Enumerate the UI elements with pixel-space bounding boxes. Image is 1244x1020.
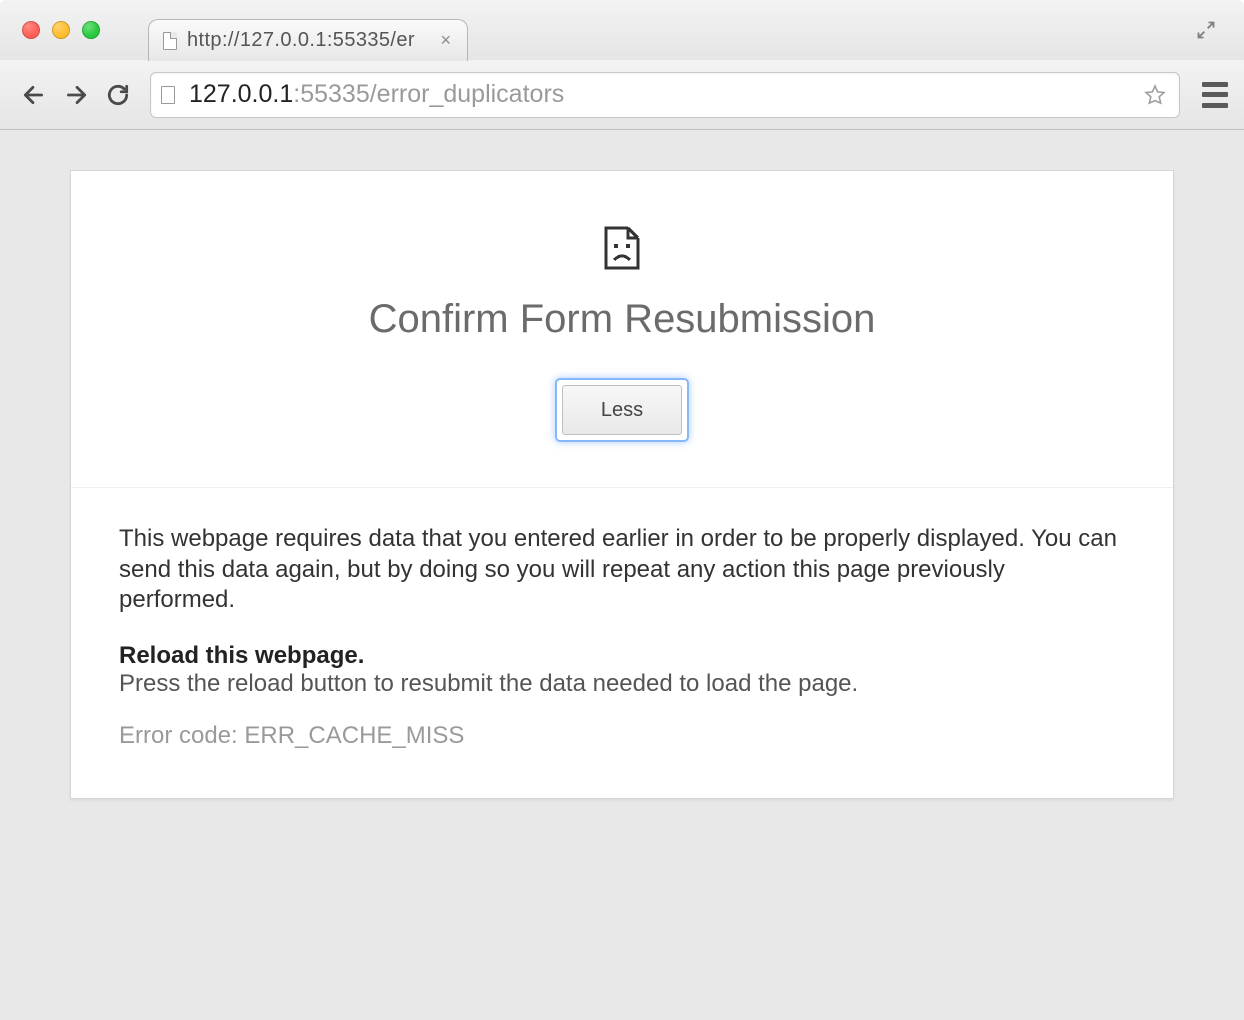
file-icon (161, 86, 175, 104)
tabstrip: http://127.0.0.1:55335/er × (148, 0, 468, 60)
reload-button[interactable] (100, 77, 136, 113)
forward-button[interactable] (58, 77, 94, 113)
explanation-text: This webpage requires data that you ente… (119, 524, 1125, 616)
titlebar: http://127.0.0.1:55335/er × (0, 0, 1244, 60)
url-host: 127.0.0.1 (189, 80, 293, 108)
window-close-button[interactable] (22, 21, 40, 39)
back-button[interactable] (16, 77, 52, 113)
tab-close-icon[interactable]: × (438, 30, 453, 51)
tab-title: http://127.0.0.1:55335/er (187, 29, 428, 52)
address-bar[interactable]: 127.0.0.1:55335/error_duplicators (150, 72, 1180, 118)
browser-tab[interactable]: http://127.0.0.1:55335/er × (148, 19, 468, 61)
url-path: /error_duplicators (370, 80, 565, 108)
less-button[interactable]: Less (562, 385, 682, 435)
viewport: Confirm Form Resubmission Less This webp… (0, 130, 1244, 1020)
less-button-wrap: Less (555, 378, 689, 442)
sad-file-icon (604, 226, 640, 275)
url-port: :55335 (293, 80, 369, 108)
reload-heading: Reload this webpage. (119, 642, 364, 669)
card-header: Confirm Form Resubmission Less (71, 171, 1173, 488)
error-code: Error code: ERR_CACHE_MISS (119, 722, 1125, 750)
toolbar: 127.0.0.1:55335/error_duplicators (0, 60, 1244, 130)
browser-window: http://127.0.0.1:55335/er × 127.0.0.1:55… (0, 0, 1244, 1020)
reload-paragraph: Reload this webpage. Press the reload bu… (119, 642, 1125, 698)
bookmark-star-icon[interactable] (1141, 81, 1169, 109)
card-body: This webpage requires data that you ente… (71, 488, 1173, 798)
expand-icon[interactable] (1196, 20, 1216, 40)
file-icon (163, 32, 177, 50)
url-text: 127.0.0.1:55335/error_duplicators (189, 80, 564, 109)
reload-subtext: Press the reload button to resubmit the … (119, 670, 1125, 698)
error-card: Confirm Form Resubmission Less This webp… (70, 170, 1174, 799)
focus-ring: Less (555, 378, 689, 442)
window-minimize-button[interactable] (52, 21, 70, 39)
traffic-lights (8, 21, 108, 39)
menu-button[interactable] (1194, 82, 1228, 108)
page-title: Confirm Form Resubmission (111, 297, 1133, 342)
window-zoom-button[interactable] (82, 21, 100, 39)
